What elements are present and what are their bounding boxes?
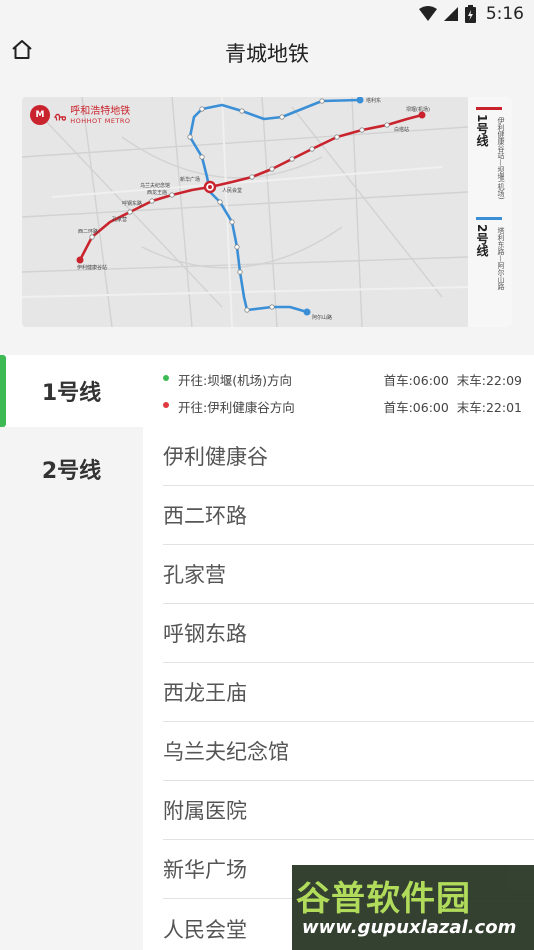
page-title: 青城地铁 xyxy=(225,42,309,66)
schedule-row: 开往:坝堰(机场)方向 首车:06:00 末车:22:09 xyxy=(163,369,522,389)
map-label-aershan: 阿尔山路 xyxy=(312,314,332,321)
signal-icon xyxy=(443,7,458,21)
legend-line-2-color xyxy=(476,217,502,220)
map-label-kongjia: 孔家营 xyxy=(112,216,127,223)
direction-dot-red xyxy=(163,402,169,408)
wifi-icon xyxy=(418,6,437,21)
station-item[interactable]: 附属医院 xyxy=(163,781,534,840)
schedule-panel: 开往:坝堰(机场)方向 首车:06:00 末车:22:09 开往:伊利健康谷方向… xyxy=(143,355,534,427)
legend-line-2-label: 2号线 xyxy=(475,224,489,257)
map-label-talidong: 塔利东 xyxy=(366,97,381,104)
brand-name-en: HOHHOT METRO xyxy=(70,116,131,125)
brand-name-cn: 呼和浩特地铁 xyxy=(70,105,131,117)
schedule-time: 首车:06:00 末车:22:09 xyxy=(383,373,522,388)
map-label-xilong: 西龙王庙 xyxy=(147,189,167,196)
station-item[interactable]: 乌兰夫纪念馆 xyxy=(163,722,534,781)
schedule-time: 首车:06:00 末车:22:01 xyxy=(383,400,522,415)
station-item[interactable]: 西二环路 xyxy=(163,486,534,545)
tab-line-2-label: 2号线 xyxy=(41,459,102,484)
map-label-wulanfu: 乌兰夫纪念馆 xyxy=(140,182,170,189)
map-label-xinhua: 新华广场 xyxy=(180,176,200,183)
map-label-bayan: 坝堰(机场) xyxy=(406,106,430,113)
lines-panel: 1号线 2号线 开往:坝堰(机场)方向 首车:06:00 末车:22:09 开往… xyxy=(0,355,534,950)
map-image: 伊利健康谷站 坝堰(机场) 塔利东 阿尔山路 新华广场 人民会堂 西二环路 孔家… xyxy=(22,97,468,327)
schedule-row: 开往:伊利健康谷方向 首车:06:00 末车:22:01 xyxy=(163,396,522,416)
map-label-hugang: 呼钢东路 xyxy=(122,200,142,207)
map-legend: 1号线 伊利健康谷站—坝堰(机场) 2号线 塔利东路—阿尔山路 xyxy=(468,97,512,327)
station-item[interactable]: 孔家营 xyxy=(163,545,534,604)
station-item[interactable]: 呼钢东路 xyxy=(163,604,534,663)
status-bar: 5:16 xyxy=(0,0,534,28)
map-label-yili: 伊利健康谷站 xyxy=(77,264,107,271)
tab-line-1[interactable]: 1号线 xyxy=(0,355,143,427)
schedule-direction: 开往:坝堰(机场)方向 xyxy=(178,373,292,388)
metro-brand: M ᠬᠣ 呼和浩特地铁 HOHHOT METRO xyxy=(30,105,131,125)
site-watermark: 谷普软件园 www.gupuxlazal.com xyxy=(292,865,534,950)
legend-line-2-terminals: 塔利东路—阿尔山路 xyxy=(497,227,505,290)
watermark-url: www.gupuxlazal.com xyxy=(302,917,517,938)
legend-line-1-label: 1号线 xyxy=(475,114,489,147)
tab-line-1-label: 1号线 xyxy=(41,381,102,406)
watermark-text: 谷普软件园 xyxy=(296,879,471,919)
map-label-xier: 西二环路 xyxy=(78,228,98,235)
legend-line-1-color xyxy=(476,107,502,110)
status-icons: 5:16 xyxy=(418,4,524,24)
legend-line-1-terminals: 伊利健康谷站—坝堰(机场) xyxy=(497,117,505,200)
map-label-renmin: 人民会堂 xyxy=(222,187,242,194)
schedule-direction: 开往:伊利健康谷方向 xyxy=(178,400,295,415)
map-label-baita: 白塔站 xyxy=(394,126,409,133)
active-tab-indicator xyxy=(0,355,6,427)
metro-logo-icon: M xyxy=(30,105,50,125)
app-bar: 青城地铁 xyxy=(0,28,534,76)
mongolian-script-icon: ᠬᠣ xyxy=(54,113,67,124)
station-item[interactable]: 伊利健康谷 xyxy=(163,427,534,486)
tab-line-2[interactable]: 2号线 xyxy=(0,433,143,505)
metro-map[interactable]: 伊利健康谷站 坝堰(机场) 塔利东 阿尔山路 新华广场 人民会堂 西二环路 孔家… xyxy=(22,97,512,327)
station-item[interactable]: 西龙王庙 xyxy=(163,663,534,722)
status-time: 5:16 xyxy=(485,4,524,24)
line-tabs: 1号线 2号线 xyxy=(0,355,143,950)
battery-icon xyxy=(464,5,476,23)
direction-dot-green xyxy=(163,375,169,381)
